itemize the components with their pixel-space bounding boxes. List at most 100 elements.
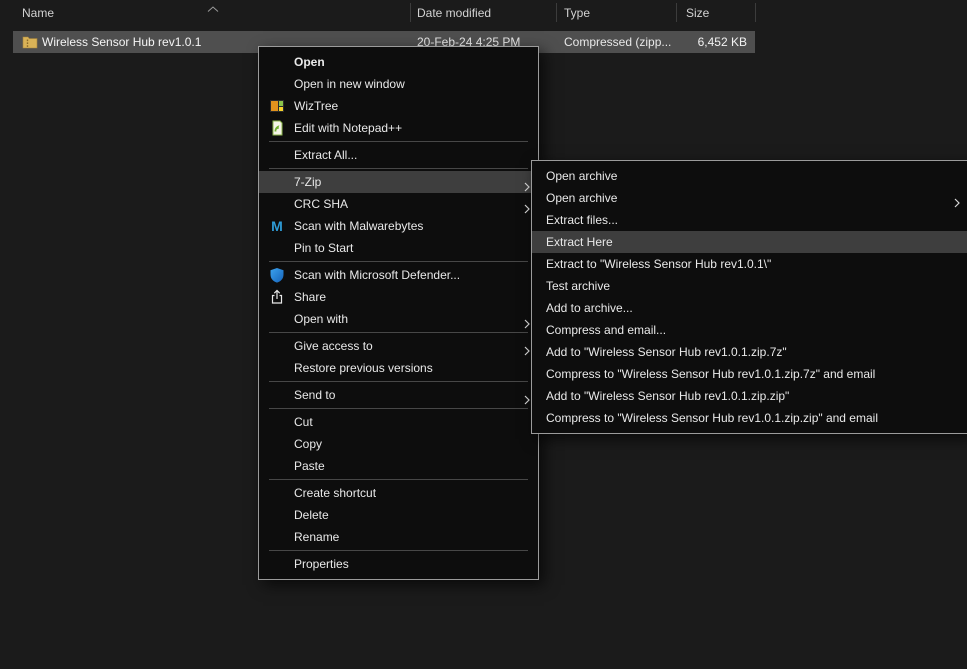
column-divider[interactable] [676,3,677,22]
menu-item-label: Rename [294,530,339,544]
menu-item-label: Compress to "Wireless Sensor Hub rev1.0.… [546,411,878,425]
menu-separator [269,408,528,409]
submenu-item-extract-here[interactable]: Extract Here [532,231,967,253]
menu-item-label: Add to archive... [546,301,633,315]
menu-item-open[interactable]: Open [259,51,538,73]
submenu-item-open-archive[interactable]: Open archive [532,165,967,187]
sort-ascending-icon [207,1,219,15]
menu-item-open-with[interactable]: Open with [259,308,538,330]
menu-item-pin-to-start[interactable]: Pin to Start [259,237,538,259]
column-header-name[interactable]: Name [22,6,54,20]
menu-item-7zip[interactable]: 7-Zip [259,171,538,193]
menu-item-copy[interactable]: Copy [259,433,538,455]
submenu-item-test-archive[interactable]: Test archive [532,275,967,297]
menu-item-extract-all[interactable]: Extract All... [259,144,538,166]
menu-item-scan-with-malwarebytes[interactable]: M Scan with Malwarebytes [259,215,538,237]
menu-item-label: Paste [294,459,325,473]
menu-item-label: Send to [294,388,335,402]
menu-item-label: Open archive [546,191,617,205]
menu-item-label: Cut [294,415,313,429]
submenu-item-extract-to-folder[interactable]: Extract to "Wireless Sensor Hub rev1.0.1… [532,253,967,275]
wiztree-icon [269,98,285,114]
context-menu: Open Open in new window WizTree [258,46,539,580]
column-divider[interactable] [556,3,557,22]
menu-item-delete[interactable]: Delete [259,504,538,526]
menu-item-label: Create shortcut [294,486,376,500]
menu-separator [269,332,528,333]
submenu-item-add-to-zip[interactable]: Add to "Wireless Sensor Hub rev1.0.1.zip… [532,385,967,407]
submenu-arrow-icon [524,341,530,351]
menu-separator [269,141,528,142]
menu-item-label: Scan with Microsoft Defender... [294,268,460,282]
submenu-item-extract-files[interactable]: Extract files... [532,209,967,231]
menu-item-label: Extract All... [294,148,357,162]
svg-text:M: M [271,218,283,234]
menu-item-label: Extract files... [546,213,618,227]
menu-item-label: Add to "Wireless Sensor Hub rev1.0.1.zip… [546,345,787,359]
file-type: Compressed (zipp... [564,31,671,53]
share-icon [269,289,285,305]
menu-item-label: Open [294,55,325,69]
menu-separator [269,479,528,480]
column-divider[interactable] [755,3,756,22]
menu-item-label: CRC SHA [294,197,348,211]
menu-item-rename[interactable]: Rename [259,526,538,548]
submenu-item-compress-to-7z-and-email[interactable]: Compress to "Wireless Sensor Hub rev1.0.… [532,363,967,385]
file-name: Wireless Sensor Hub rev1.0.1 [42,31,201,53]
menu-item-label: Scan with Malwarebytes [294,219,423,233]
menu-item-label: Delete [294,508,329,522]
menu-item-restore-previous-versions[interactable]: Restore previous versions [259,357,538,379]
menu-item-label: Share [294,290,326,304]
submenu-arrow-icon [524,199,530,209]
menu-separator [269,381,528,382]
menu-item-label: Properties [294,557,349,571]
submenu-arrow-icon [524,314,530,324]
menu-item-cut[interactable]: Cut [259,411,538,433]
menu-item-share[interactable]: Share [259,286,538,308]
submenu-item-open-archive-as[interactable]: Open archive [532,187,967,209]
menu-separator [269,261,528,262]
column-header-size[interactable]: Size [686,6,709,20]
menu-item-label: Restore previous versions [294,361,433,375]
menu-item-paste[interactable]: Paste [259,455,538,477]
submenu-arrow-icon [954,193,960,203]
malwarebytes-icon: M [269,218,285,234]
menu-item-give-access-to[interactable]: Give access to [259,335,538,357]
menu-item-crc-sha[interactable]: CRC SHA [259,193,538,215]
menu-item-send-to[interactable]: Send to [259,384,538,406]
menu-item-label: Test archive [546,279,610,293]
file-size: 6,452 KB [698,31,747,53]
menu-item-label: Open archive [546,169,617,183]
notepad-plus-plus-icon [269,120,285,136]
menu-item-open-in-new-window[interactable]: Open in new window [259,73,538,95]
menu-item-wiztree[interactable]: WizTree [259,95,538,117]
submenu-item-add-to-7z[interactable]: Add to "Wireless Sensor Hub rev1.0.1.zip… [532,341,967,363]
menu-item-label: Open in new window [294,77,405,91]
submenu-item-add-to-archive[interactable]: Add to archive... [532,297,967,319]
menu-item-label: Add to "Wireless Sensor Hub rev1.0.1.zip… [546,389,789,403]
menu-item-edit-with-notepad-plus-plus[interactable]: Edit with Notepad++ [259,117,538,139]
submenu-arrow-icon [524,177,530,187]
menu-item-label: Extract to "Wireless Sensor Hub rev1.0.1… [546,257,771,271]
column-header-type[interactable]: Type [564,6,590,20]
submenu-7zip: Open archive Open archive Extract files.… [531,160,967,434]
column-divider[interactable] [410,3,411,22]
menu-item-label: Compress and email... [546,323,666,337]
menu-item-create-shortcut[interactable]: Create shortcut [259,482,538,504]
menu-item-label: Give access to [294,339,373,353]
menu-separator [269,550,528,551]
submenu-item-compress-and-email[interactable]: Compress and email... [532,319,967,341]
column-header-date-modified[interactable]: Date modified [417,6,491,20]
menu-item-label: Open with [294,312,348,326]
menu-item-label: Extract Here [546,235,613,249]
menu-item-label: Pin to Start [294,241,353,255]
zip-file-icon [22,34,38,50]
menu-item-properties[interactable]: Properties [259,553,538,575]
menu-separator [269,168,528,169]
submenu-arrow-icon [524,390,530,400]
defender-shield-icon [269,267,285,283]
submenu-item-compress-to-zip-and-email[interactable]: Compress to "Wireless Sensor Hub rev1.0.… [532,407,967,429]
menu-item-scan-with-microsoft-defender[interactable]: Scan with Microsoft Defender... [259,264,538,286]
file-explorer-window: Name Date modified Type Size Wireless Se… [0,0,967,669]
menu-item-label: Edit with Notepad++ [294,121,402,135]
